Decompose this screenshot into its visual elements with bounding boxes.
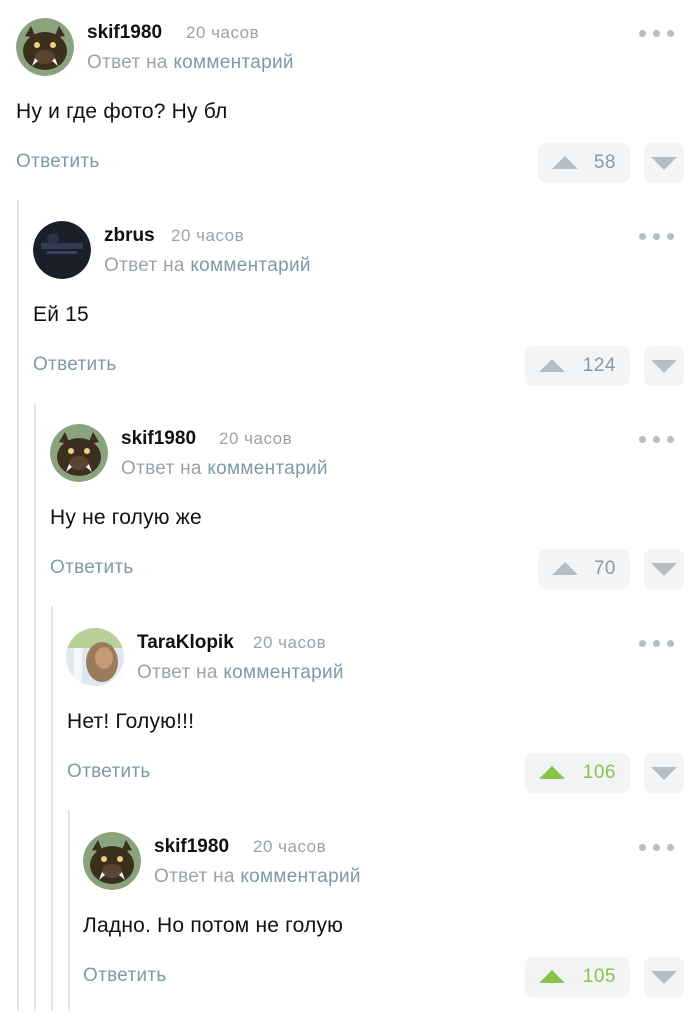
timestamp: 20 часов — [171, 226, 245, 245]
upvote-arrow-icon[interactable] — [552, 562, 578, 575]
more-options-icon[interactable] — [639, 838, 675, 856]
comment-item: zbrus 20 часов Ответ на комментарий Ей 1… — [0, 203, 700, 406]
reply-button[interactable]: Ответить — [83, 965, 167, 987]
timestamp: 20 часов — [253, 633, 327, 652]
username[interactable]: skif1980 — [154, 836, 229, 858]
upvote-arrow-icon[interactable] — [539, 766, 565, 779]
reply-to-prefix: Ответ на — [121, 458, 202, 479]
reply-button[interactable]: Ответить — [16, 151, 100, 173]
upvote-arrow-icon[interactable] — [539, 359, 565, 372]
downvote-button[interactable] — [644, 346, 684, 386]
boar-avatar-icon — [83, 832, 141, 890]
downvote-button[interactable] — [644, 957, 684, 997]
comment-text: Ей 15 — [33, 303, 89, 326]
boar-avatar-icon — [16, 18, 74, 76]
more-options-icon[interactable] — [639, 430, 675, 448]
username[interactable]: skif1980 — [87, 22, 162, 44]
avatar[interactable] — [66, 628, 124, 686]
comment-item: TaraKlopik 20 часов Ответ на комментарий… — [0, 610, 700, 813]
upvote-box[interactable]: 58 — [538, 143, 630, 183]
downvote-arrow-icon — [651, 360, 677, 373]
vote-count: 58 — [593, 152, 616, 173]
more-options-icon[interactable] — [639, 227, 675, 245]
downvote-button[interactable] — [644, 143, 684, 183]
reply-button[interactable]: Ответить — [33, 354, 117, 376]
comment-item: skif1980 20 часов Ответ на комментарий Л… — [0, 814, 700, 1017]
comment-item: skif1980 20 часов Ответ на комментарий Н… — [0, 406, 700, 609]
avatar[interactable] — [16, 18, 74, 76]
avatar[interactable] — [83, 832, 141, 890]
upvote-box[interactable]: 105 — [525, 957, 630, 997]
reply-to-prefix: Ответ на — [87, 52, 168, 73]
upvote-arrow-icon[interactable] — [539, 970, 565, 983]
comment-item: skif1980 20 часов Ответ на комментарий Н… — [0, 0, 700, 203]
vote-count: 106 — [582, 762, 616, 783]
reply-to-line: Ответ на комментарий — [154, 866, 361, 888]
reply-to-prefix: Ответ на — [154, 866, 235, 887]
username[interactable]: skif1980 — [121, 428, 196, 450]
more-options-icon[interactable] — [639, 634, 675, 652]
reply-button[interactable]: Ответить — [50, 557, 134, 579]
reply-to-prefix: Ответ на — [104, 255, 185, 276]
upvote-box[interactable]: 70 — [538, 549, 630, 589]
reply-to-link[interactable]: комментарий — [223, 662, 343, 683]
dark-photo-avatar-icon — [33, 221, 91, 279]
reply-to-line: Ответ на комментарий — [87, 52, 294, 74]
reply-to-link[interactable]: комментарий — [240, 866, 360, 887]
username[interactable]: TaraKlopik — [137, 632, 234, 654]
vote-count: 124 — [582, 355, 616, 376]
photo-avatar-icon — [66, 628, 124, 686]
downvote-arrow-icon — [651, 767, 677, 780]
timestamp: 20 часов — [219, 429, 293, 448]
downvote-arrow-icon — [651, 971, 677, 984]
reply-to-line: Ответ на комментарий — [137, 662, 344, 684]
reply-to-line: Ответ на комментарий — [104, 255, 311, 277]
timestamp: 20 часов — [253, 837, 327, 856]
boar-avatar-icon — [50, 424, 108, 482]
reply-to-link[interactable]: комментарий — [190, 255, 310, 276]
timestamp: 20 часов — [186, 23, 260, 42]
vote-count: 105 — [582, 966, 616, 987]
reply-to-link[interactable]: комментарий — [207, 458, 327, 479]
comment-text: Ну не голую же — [50, 506, 202, 529]
username[interactable]: zbrus — [104, 225, 155, 247]
upvote-box[interactable]: 106 — [525, 753, 630, 793]
upvote-box[interactable]: 124 — [525, 346, 630, 386]
reply-to-link[interactable]: комментарий — [173, 52, 293, 73]
reply-to-prefix: Ответ на — [137, 662, 218, 683]
comment-text: Нет! Голую!!! — [67, 710, 195, 733]
comment-text: Ладно. Но потом не голую — [83, 914, 344, 937]
reply-to-line: Ответ на комментарий — [121, 458, 328, 480]
upvote-arrow-icon[interactable] — [552, 156, 578, 169]
avatar[interactable] — [33, 221, 91, 279]
downvote-arrow-icon — [651, 157, 677, 170]
downvote-button[interactable] — [644, 549, 684, 589]
more-options-icon[interactable] — [639, 24, 675, 42]
vote-count: 70 — [593, 558, 616, 579]
comment-text: Ну и где фото? Ну бл — [16, 100, 228, 123]
downvote-button[interactable] — [644, 753, 684, 793]
reply-button[interactable]: Ответить — [67, 761, 151, 783]
avatar[interactable] — [50, 424, 108, 482]
downvote-arrow-icon — [651, 563, 677, 576]
